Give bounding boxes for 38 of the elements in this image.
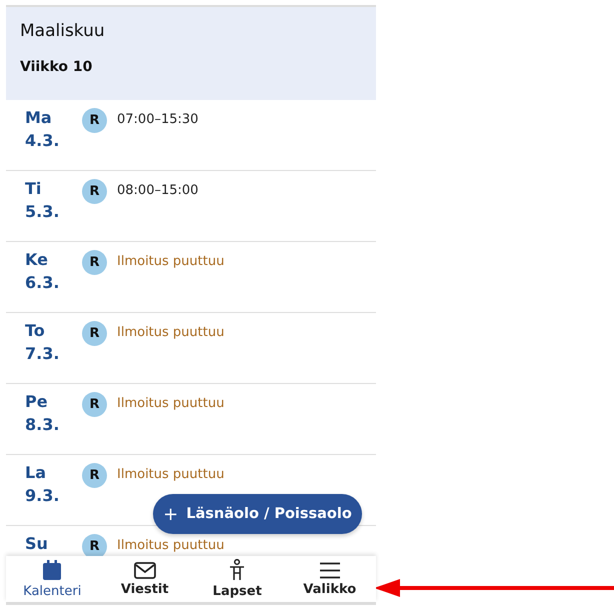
nav-tab[interactable]: Kalenteri [6,556,98,602]
nav-tab[interactable]: Valikko [284,556,376,602]
attendance-button[interactable]: + Läsnäolo / Poissaolo [153,494,362,534]
time-range: 07:00–15:30 [117,112,198,128]
child-avatar: R [82,462,107,488]
day-label: Ke [25,250,48,270]
day-label: To [25,321,45,340]
date-label: 8.3. [25,415,60,434]
day-label: Su [25,534,48,554]
day-label: Pe [25,392,48,412]
day-label: La [25,463,46,482]
date-label: 6.3. [25,273,60,292]
date-label: 4.3. [25,131,60,150]
calendar-icon [42,560,62,580]
missing-notice: Ilmoitus puuttuu [117,468,224,482]
child-avatar: R [82,178,107,204]
day-label: Ma [25,108,52,128]
child-avatar: R [82,392,107,416]
envelope-icon [134,562,156,578]
date-label: 9.3. [25,486,60,506]
child-avatar: R [82,250,107,274]
menu-icon [320,562,340,578]
day-label: Ti [25,179,42,198]
month-title: Maaliskuu [20,21,105,41]
child-avatar: R [82,534,107,556]
child-avatar: R [82,320,107,346]
child-avatar: R [82,108,107,132]
missing-notice: Ilmoitus puuttuu [117,326,224,340]
missing-notice: Ilmoitus puuttuu [117,254,224,270]
child-icon [229,559,246,581]
date-label: 7.3. [25,344,60,364]
date-label: 5.3. [25,202,60,222]
time-range: 08:00–15:00 [117,184,198,198]
missing-notice: Ilmoitus puuttuu [117,396,224,412]
nav-tab[interactable]: Viestit [98,556,191,602]
nav-tab[interactable]: Lapset [191,556,284,602]
missing-notice: Ilmoitus puuttuu [117,538,224,554]
week-title: Viikko 10 [20,59,92,75]
